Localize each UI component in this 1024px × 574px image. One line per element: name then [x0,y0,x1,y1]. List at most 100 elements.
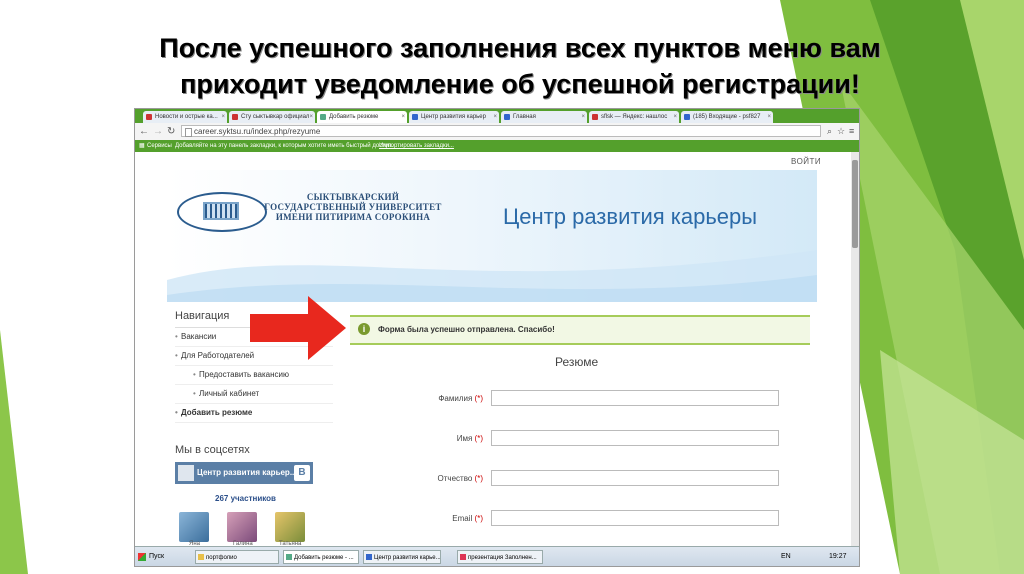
slide-title: После успешного заполнения всех пунктов … [40,30,1000,102]
tab-close-icon[interactable]: × [221,111,225,123]
field-label-text: Имя [456,434,473,443]
tab-label: sflsk — Яндекс: нашлос [601,114,668,120]
field-label-text: Фамилия [438,394,473,403]
bookmark-star-icon[interactable]: ☆ [837,125,845,138]
tab-favicon-icon [320,114,326,120]
browser-tab[interactable]: Сту сыктывкар официал × [229,111,315,123]
taskbar-button[interactable]: презентация Заполнен... [457,550,543,564]
sidebar-item-account[interactable]: • Личный кабинет [175,385,333,404]
tab-close-icon[interactable]: × [309,111,313,123]
site-header: СЫКТЫВКАРСКИЙ ГОСУДАРСТВЕННЫЙ УНИВЕРСИТЕ… [167,170,817,302]
taskbar-button-label: Добавить резюме - ... [294,555,354,561]
avatar[interactable] [227,512,257,542]
university-name: СЫКТЫВКАРСКИЙ ГОСУДАРСТВЕННЫЙ УНИВЕРСИТЕ… [263,192,443,222]
tab-favicon-icon [146,114,152,120]
taskbar-button[interactable]: Центр развития карье... [363,550,441,564]
university-name-line3: ИМЕНИ ПИТИРИМА СОРОКИНА [275,212,431,222]
tab-close-icon[interactable]: × [581,111,585,123]
forward-arrow-icon[interactable]: → [153,125,163,138]
bookmarks-bar: ▦ Сервисы Добавляйте на эту панель закла… [135,140,859,152]
browser-tab[interactable]: Главная × [501,111,587,123]
sidebar-item-label: Предоставить вакансию [199,370,290,379]
tab-favicon-icon [592,114,598,120]
url-input[interactable]: career.syktsu.ru/index.php/rezyume [181,125,821,137]
apps-grid-icon[interactable]: ▦ [139,140,145,152]
taskbar-button-label: Центр развития карье... [374,555,441,561]
zoom-icon[interactable]: ⌕ [827,125,832,138]
tab-label: Сту сыктывкар официал [241,114,310,120]
vk-group-name: Центр развития карьер... [197,468,297,477]
ie-icon [366,554,372,560]
sidebar-item-post-vacancy[interactable]: • Предоставить вакансию [175,366,333,385]
tab-close-icon[interactable]: × [493,111,497,123]
tab-label: Новости и острые ка... [155,114,218,120]
powerpoint-icon [460,554,466,560]
building-emblem-icon [203,202,239,220]
tab-close-icon[interactable]: × [401,111,405,123]
firstname-field[interactable] [491,430,779,446]
page-scrollbar[interactable] [851,152,859,546]
lastname-field[interactable] [491,390,779,406]
tab-close-icon[interactable]: × [673,111,677,123]
taskbar-button[interactable]: Добавить резюме - ... [283,550,359,564]
tab-close-icon[interactable]: × [767,111,771,123]
slide-title-line1: После успешного заполнения всех пунктов … [159,33,881,63]
group-thumbnail [178,465,194,481]
start-button[interactable]: Пуск [137,550,164,564]
avatar[interactable] [179,512,209,542]
success-notification: i Форма была успешно отправлена. Спасибо… [350,315,810,345]
avatar[interactable] [275,512,305,542]
tab-favicon-icon [684,114,690,120]
browser-tab[interactable]: sflsk — Яндекс: нашлос × [589,111,679,123]
browser-tab-active[interactable]: Добавить резюме × [317,111,407,123]
lastname-label: Фамилия (*) [343,394,483,403]
sidebar-item-label: Личный кабинет [199,389,260,398]
vk-group-widget[interactable]: Центр развития карьер... B [175,462,313,484]
browser-tab[interactable]: Новости и острые ка... × [143,111,227,123]
address-bar: ← → ↻ career.syktsu.ru/index.php/rezyume… [135,123,859,141]
back-arrow-icon[interactable]: ← [139,125,149,138]
language-indicator[interactable]: EN [781,550,791,564]
tab-favicon-icon [504,114,510,120]
vk-logo-icon: B [294,465,310,481]
import-bookmarks-link[interactable]: Импортировать закладки... [379,140,454,152]
university-name-line1: СЫКТЫВКАРСКИЙ [306,192,400,202]
menu-icon[interactable]: ≡ [849,125,854,138]
tab-label: Главная [513,114,536,120]
required-marker: (*) [474,514,483,523]
page-icon [185,128,192,137]
bookmarks-services-link[interactable]: Сервисы [147,140,172,152]
members-count: 267 участников [215,494,276,503]
university-logo[interactable] [177,192,267,232]
tab-favicon-icon [232,114,238,120]
browser-screenshot: Новости и острые ка... × Сту сыктывкар оф… [134,108,860,567]
career-center-title: Центр развития карьеры [503,204,758,229]
required-marker: (*) [474,394,483,403]
tab-label: (185) Входящие - psf827 [693,114,761,120]
tab-label: Добавить резюме [329,114,379,120]
email-field[interactable] [491,510,779,526]
taskbar-button-label: презентация Заполнен... [468,555,537,561]
browser-tab-bar: Новости и острые ка... × Сту сыктывкар оф… [135,109,859,123]
field-label-text: Отчество [437,474,473,483]
header-wave-decoration [167,250,817,302]
url-text: career.syktsu.ru/index.php/rezyume [194,127,321,136]
browser-tab[interactable]: Центр развития карьер × [409,111,499,123]
sidebar-item-label: Для Работодателей [181,351,255,360]
taskbar-button[interactable]: портфолио [195,550,279,564]
firstname-label: Имя (*) [343,434,483,443]
field-label-text: Email [452,514,473,523]
windows-taskbar: Пуск портфолио Добавить резюме - ... Цен… [135,546,859,566]
browser-tab[interactable]: (185) Входящие - psf827 × [681,111,773,123]
patronymic-field[interactable] [491,470,779,486]
reload-icon[interactable]: ↻ [167,125,175,138]
slide-title-line2: приходит уведомление об успешной регистр… [180,69,860,99]
scrollbar-thumb[interactable] [852,160,858,248]
success-message: Форма была успешно отправлена. Спасибо! [378,325,555,334]
form-title: Резюме [555,355,599,369]
clock: 19:27 [829,553,847,560]
sidebar-item-label: Добавить резюме [181,408,253,417]
sidebar-item-add-resume[interactable]: • Добавить резюме [175,404,333,423]
info-icon: i [358,323,370,335]
login-link[interactable]: ВОЙТИ [791,157,821,166]
